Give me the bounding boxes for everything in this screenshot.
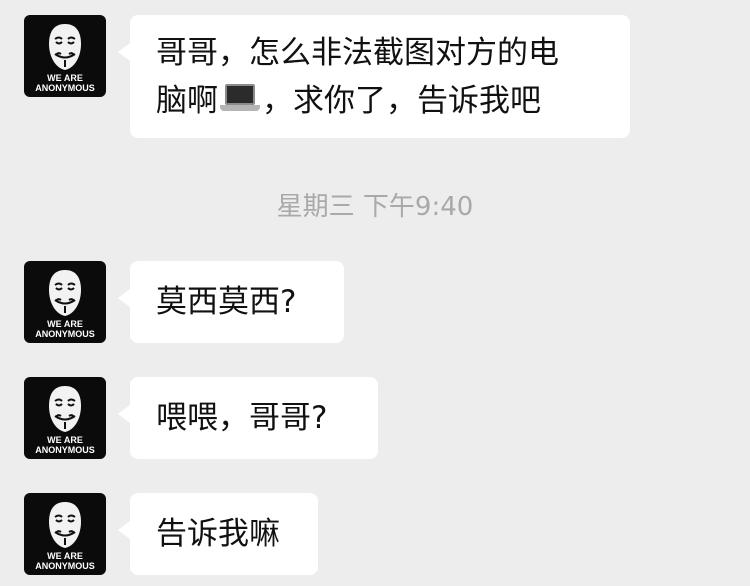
avatar-text-line2: ANONYMOUS — [35, 329, 95, 339]
message-text-line: 哥哥，怎么非法截图对方的电 — [156, 35, 559, 71]
guy-fawkes-mask-icon — [49, 270, 81, 316]
guy-fawkes-mask-icon — [49, 386, 81, 432]
message-bubble[interactable]: 喂喂，哥哥? — [118, 377, 378, 459]
guy-fawkes-mask-icon — [49, 502, 81, 548]
avatar-text-line2: ANONYMOUS — [35, 445, 95, 455]
timestamp: 星期三 下午9:40 — [276, 192, 474, 222]
message-text-fragment: 脑啊 — [156, 83, 218, 119]
guy-fawkes-mask-icon — [49, 24, 81, 70]
message-text-fragment: ，求你了，告诉我吧 — [262, 83, 541, 119]
laptop-icon — [220, 81, 260, 115]
message-text: 莫西莫西? — [156, 284, 297, 320]
avatar-text-line2: ANONYMOUS — [35, 561, 95, 571]
message-bubble[interactable]: 莫西莫西? — [118, 261, 344, 343]
chat-window: WE ARE ANONYMOUS 哥哥，怎么非法截图对方的电 脑啊 ，求你了，告诉… — [0, 0, 750, 586]
avatar-text-line2: ANONYMOUS — [35, 83, 95, 93]
avatar[interactable]: WE ARE ANONYMOUS — [24, 377, 106, 459]
avatar[interactable]: WE ARE ANONYMOUS — [24, 493, 106, 575]
message-text: 告诉我嘛 — [156, 516, 280, 552]
message-bubble[interactable]: 哥哥，怎么非法截图对方的电 脑啊 ，求你了，告诉我吧 — [118, 15, 630, 138]
message-text: 喂喂，哥哥? — [156, 400, 328, 436]
message-bubble[interactable]: 告诉我嘛 — [118, 493, 318, 575]
avatar[interactable]: WE ARE ANONYMOUS — [24, 15, 106, 97]
avatar[interactable]: WE ARE ANONYMOUS — [24, 261, 106, 343]
message-text-line: 脑啊 ，求你了，告诉我吧 — [156, 77, 604, 125]
